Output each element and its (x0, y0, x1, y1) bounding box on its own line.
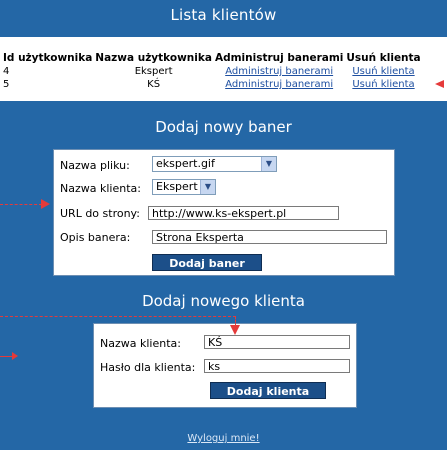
client-name-input[interactable]: KŚ (204, 335, 350, 349)
add-client-button[interactable]: Dodaj klienta (210, 382, 326, 399)
client-password-label: Hasło dla klienta: (100, 361, 196, 374)
annotation-arrowhead-icon (230, 325, 240, 335)
client-form: Nazwa klienta: KŚ Hasło dla klienta: ks … (93, 323, 357, 408)
file-select-value: ekspert.gif (156, 157, 215, 170)
banner-form: Nazwa pliku: ekspert.gif ▼ Nazwa klienta… (53, 149, 395, 276)
col-admin-banners: Administruj banerami (214, 52, 344, 64)
annotation-arrowhead-icon (12, 352, 18, 360)
chevron-down-icon: ▼ (261, 157, 276, 171)
delete-client-link[interactable]: Usuń klienta (352, 66, 414, 77)
admin-banners-link[interactable]: Administruj banerami (225, 66, 333, 77)
client-name-label: Nazwa klienta: (100, 337, 181, 350)
table-row: 5 KŚ Administruj banerami Usuń klienta (3, 78, 424, 91)
cell-name: KŚ (147, 79, 161, 90)
client-form-title: Dodaj nowego klienta (142, 292, 305, 310)
chevron-down-icon: ▼ (200, 180, 215, 194)
description-input[interactable]: Strona Eksperta (152, 230, 387, 244)
annotation-arrow-line (0, 316, 236, 317)
annotation-arrow-line (0, 204, 42, 205)
annotation-arrowhead-icon (435, 80, 444, 88)
delete-client-link[interactable]: Usuń klienta (352, 79, 414, 90)
file-select[interactable]: ekspert.gif ▼ (152, 156, 277, 172)
admin-banners-link[interactable]: Administruj banerami (225, 79, 333, 90)
client-password-input[interactable]: ks (204, 359, 350, 373)
table-header-row: Id użytkownika Nazwa użytkownika Adminis… (3, 51, 424, 65)
client-select[interactable]: Ekspert ▼ (152, 179, 216, 195)
col-user-id: Id użytkownika (3, 52, 93, 64)
file-label: Nazwa pliku: (60, 159, 130, 172)
add-banner-button[interactable]: Dodaj baner (152, 254, 262, 271)
description-label: Opis banera: (60, 231, 131, 244)
logout-link[interactable]: Wyloguj mnie! (0, 433, 447, 444)
table-row: 4 Ekspert Administruj banerami Usuń klie… (3, 65, 424, 78)
cell-id: 5 (3, 79, 10, 90)
url-label: URL do strony: (60, 207, 140, 220)
client-table: Id użytkownika Nazwa użytkownika Adminis… (3, 51, 424, 91)
col-delete-client: Usuń klienta (346, 52, 421, 64)
col-user-name: Nazwa użytkownika (95, 52, 212, 64)
client-select-value: Ekspert (156, 180, 198, 193)
client-label: Nazwa klienta: (60, 182, 141, 195)
client-list-panel: Id użytkownika Nazwa użytkownika Adminis… (0, 37, 447, 101)
url-input[interactable]: http://www.ks-ekspert.pl (148, 206, 339, 220)
cell-id: 4 (3, 66, 10, 77)
banner-form-title: Dodaj nowy baner (155, 118, 292, 136)
annotation-arrowhead-icon (41, 199, 50, 209)
cell-name: Ekspert (134, 66, 173, 77)
client-list-title: Lista klientów (170, 6, 277, 24)
